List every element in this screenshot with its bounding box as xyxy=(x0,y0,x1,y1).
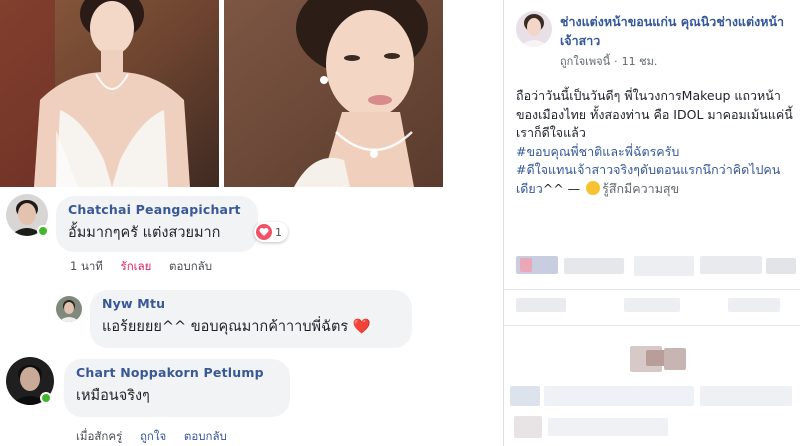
comment-bubble: Chatchai Peangapichart อั้มมากๆครั แต่งส… xyxy=(56,196,258,252)
smile-feeling-icon xyxy=(586,180,601,195)
bride-photos xyxy=(0,0,443,187)
meta-separator: · xyxy=(614,55,618,68)
comment-text-row: แอร้ยยยย^^ ขอบคุณมากค้าาาบพี่ฉัตร ❤️ xyxy=(102,315,400,338)
blur-block xyxy=(564,258,624,274)
comment-actions: เมื่อสักครู่ ถูกใจ ตอบกลับ xyxy=(76,428,241,446)
reaction-count: 1 xyxy=(275,225,282,239)
online-dot-icon xyxy=(40,392,52,404)
blur-block xyxy=(514,416,542,438)
blur-block xyxy=(664,348,686,370)
post-body: ถือว่าวันนี้เป็นวันดีๆ พี่ในวงการMakeup … xyxy=(516,87,796,198)
reply-button[interactable]: ตอบกลับ xyxy=(184,429,227,443)
heart-emoji-icon: ❤️ xyxy=(352,319,371,335)
comment-screenshot-panel: Chatchai Peangapichart อั้มมากๆครั แต่งส… xyxy=(0,0,443,446)
post-text: ถือว่าวันนี้เป็นวันดีๆ พี่ในวงการMakeup … xyxy=(516,88,793,140)
reaction-count-chip[interactable]: 1 xyxy=(254,222,288,242)
comment-bubble: Nyw Mtu แอร้ยยยย^^ ขอบคุณมากค้าาาบพี่ฉัต… xyxy=(90,290,412,348)
love-button[interactable]: รักเลย xyxy=(121,259,152,273)
blur-block xyxy=(634,256,694,276)
feeling-label[interactable]: รู้สึกมีความสุข xyxy=(602,181,679,196)
like-button[interactable]: ถูกใจ xyxy=(140,429,166,443)
bride-photo-2[interactable] xyxy=(224,0,443,187)
page-name-link[interactable]: ช่างแต่งหน้าขอนแก่น คุณนิวช่างแต่งหน้าเจ… xyxy=(560,12,792,50)
blur-block xyxy=(700,386,792,406)
blur-block xyxy=(548,418,668,436)
avatar[interactable] xyxy=(56,296,82,322)
hashtag-link[interactable]: #ขอบคุณพี่ชาติและพี่ฉัตรครับ xyxy=(516,143,796,162)
blur-block xyxy=(700,256,762,274)
comment-text: แอร้ยยยย^^ ขอบคุณมากค้าาาบพี่ฉัตร xyxy=(102,319,349,335)
comment-text: อั้มมากๆครั แต่งสวยมาก xyxy=(68,225,221,241)
post-text-tail: ^^ — xyxy=(542,180,581,196)
comment-author[interactable]: Nyw Mtu xyxy=(102,296,400,311)
comment-bubble: Chart Noppakorn Petlump เหมือนจริงๆ xyxy=(64,359,290,417)
blur-block xyxy=(728,298,780,312)
divider xyxy=(443,0,503,446)
comment-text: เหมือนจริงๆ xyxy=(76,388,150,404)
post-meta: ถูกใจเพจนี้ · 11 ชม. xyxy=(560,52,657,70)
comment-author[interactable]: Chart Noppakorn Petlump xyxy=(76,365,278,380)
liked-page-label[interactable]: ถูกใจเพจนี้ xyxy=(560,55,610,68)
blur-block xyxy=(544,386,694,406)
blur-block xyxy=(766,258,796,274)
blur-block xyxy=(504,289,800,290)
bride-photo-1[interactable] xyxy=(0,0,219,187)
reply-button[interactable]: ตอบกลับ xyxy=(169,259,212,273)
comment-time[interactable]: เมื่อสักครู่ xyxy=(76,429,122,443)
comment-actions: 1 นาที รักเลย ตอบกลับ xyxy=(70,258,226,276)
comment-time[interactable]: 1 นาที xyxy=(70,259,103,273)
blur-block xyxy=(510,386,540,406)
comment-author[interactable]: Chatchai Peangapichart xyxy=(68,202,246,217)
blur-block xyxy=(520,258,532,272)
post-time[interactable]: 11 ชม. xyxy=(622,55,658,68)
post-card: ช่างแต่งหน้าขอนแก่น คุณนิวช่างแต่งหน้าเจ… xyxy=(503,0,800,446)
blur-block xyxy=(504,325,800,326)
online-dot-icon xyxy=(37,225,49,237)
blur-block xyxy=(624,298,680,312)
love-reaction-icon xyxy=(256,224,272,240)
page-avatar[interactable] xyxy=(516,11,552,47)
blur-block xyxy=(516,298,566,312)
